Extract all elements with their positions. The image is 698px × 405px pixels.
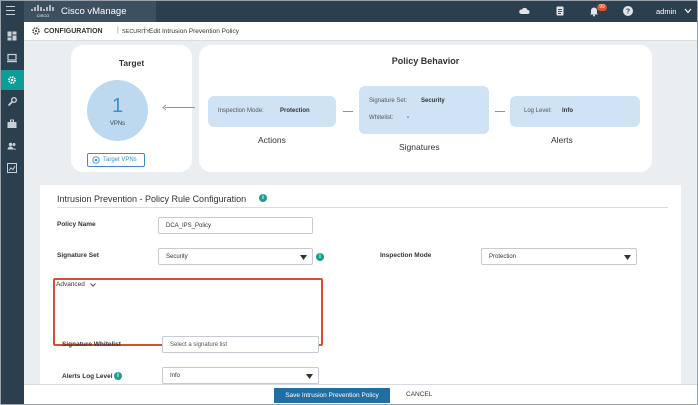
sidebar-item-tools[interactable] — [0, 92, 24, 112]
signatures-title: Signatures — [399, 142, 440, 152]
whitelist-value: - — [407, 115, 409, 121]
cloud-icon[interactable] — [518, 5, 530, 17]
sidebar-item-dashboard[interactable] — [0, 26, 24, 46]
log-level-label: Log Level: — [524, 108, 552, 114]
page-title: Edit Intrusion Prevention Policy — [149, 28, 239, 35]
vpn-label: VPNs — [109, 121, 126, 127]
chevron-down-icon — [306, 374, 313, 379]
hamburger-menu-icon[interactable] — [6, 6, 15, 15]
breadcrumb-separator: | — [117, 27, 119, 34]
whitelist-label: Whitelist: — [369, 115, 394, 121]
alerts-box: Log Level: Info — [510, 96, 640, 127]
chevron-down-icon[interactable] — [684, 8, 692, 14]
signature-set-select[interactable]: Security — [158, 248, 313, 265]
sidebar — [0, 22, 24, 405]
dashboard-icon — [7, 31, 17, 41]
chevron-down-icon — [624, 255, 631, 260]
svg-text:CISCO: CISCO — [37, 13, 50, 18]
sidebar-item-configuration[interactable] — [0, 70, 24, 90]
signature-set-label: Signature Set: — [369, 98, 408, 104]
brand[interactable]: CISCO Cisco vManage — [24, 0, 156, 22]
policy-behavior-title: Policy Behavior — [391, 56, 460, 66]
advanced-toggle[interactable]: Advanced — [56, 281, 85, 288]
cancel-button[interactable]: CANCEL — [406, 391, 432, 398]
inspection-mode-label: Inspection Mode: — [218, 108, 264, 114]
clipboard-icon[interactable] — [554, 5, 566, 17]
vpn-count-circle: 1 VPNs — [87, 80, 148, 141]
wrench-icon — [7, 97, 17, 107]
target-title: Target — [118, 58, 145, 68]
alerts-log-level-value: Info — [170, 373, 181, 379]
policy-rule-form: Intrusion Prevention - Policy Rule Confi… — [40, 185, 681, 384]
analytics-icon — [7, 163, 17, 173]
signature-set-value: Security — [166, 254, 188, 260]
actions-box: Inspection Mode: Protection — [208, 96, 336, 127]
gear-icon — [32, 27, 40, 35]
connector — [495, 111, 505, 112]
monitor-icon — [7, 53, 17, 63]
inspection-mode-value: Protection — [489, 254, 517, 260]
cisco-logo-icon: CISCO — [31, 5, 54, 18]
form-title: Intrusion Prevention - Policy Rule Confi… — [57, 194, 247, 204]
signatures-box: Signature Set: Security Whitelist: - — [359, 86, 489, 134]
target-vpns-button[interactable]: Target VPNs — [87, 153, 145, 167]
main-content: Target 1 VPNs Target VPNs Policy Behavio… — [24, 41, 698, 384]
sidebar-item-administration[interactable] — [0, 136, 24, 156]
user-menu[interactable]: admin — [656, 7, 676, 16]
info-icon[interactable]: i — [316, 253, 324, 261]
action-bar: Save Intrusion Prevention Policy CANCEL — [24, 384, 698, 405]
breadcrumb-separator: | — [144, 27, 146, 34]
chevron-down-icon — [300, 255, 307, 260]
vpn-count: 1 — [111, 95, 124, 117]
inspection-mode-select[interactable]: Protection — [481, 248, 637, 265]
actions-title: Actions — [258, 135, 286, 145]
users-icon — [7, 142, 17, 150]
signature-set-label: Signature Set — [57, 252, 99, 259]
alerts-log-level-label: Alerts Log Level — [62, 373, 113, 380]
sidebar-item-maintenance[interactable] — [0, 114, 24, 134]
inspection-mode-value: Protection — [280, 108, 310, 114]
policy-name-label: Policy Name — [57, 221, 96, 228]
policy-name-field[interactable]: DCA_IPS_Policy — [158, 217, 313, 234]
info-icon[interactable]: i — [114, 372, 122, 380]
target-icon — [92, 156, 100, 164]
signature-set-value: Security — [421, 98, 445, 104]
connector — [343, 111, 353, 112]
breadcrumb: CONFIGURATION | SECURITY | Edit Intrusio… — [24, 22, 698, 41]
save-button[interactable]: Save Intrusion Prevention Policy — [274, 388, 390, 403]
policy-name-value: DCA_IPS_Policy — [166, 223, 212, 229]
info-icon[interactable]: i — [259, 194, 267, 202]
signature-whitelist-field[interactable]: Select a signature list — [162, 336, 319, 353]
log-level-value: Info — [562, 108, 573, 114]
svg-text:?: ? — [626, 8, 630, 15]
sidebar-item-analytics[interactable] — [0, 158, 24, 178]
top-bar: CISCO Cisco vManage 99 ? admin — [0, 0, 698, 22]
toolbox-icon — [7, 119, 17, 128]
target-vpns-label: Target VPNs — [103, 157, 137, 163]
signature-whitelist-placeholder: Select a signature list — [170, 342, 228, 348]
help-icon[interactable]: ? — [622, 5, 634, 17]
alerts-log-level-select[interactable]: Info — [162, 367, 319, 384]
inspection-mode-label: Inspection Mode — [380, 252, 432, 259]
notification-count-badge: 99 — [597, 4, 607, 11]
app-title: Cisco vManage — [61, 6, 127, 17]
sidebar-item-monitor[interactable] — [0, 48, 24, 68]
divider — [57, 207, 668, 208]
policy-behavior-card: Policy Behavior Inspection Mode: Protect… — [199, 45, 652, 172]
breadcrumb-configuration[interactable]: CONFIGURATION — [44, 28, 103, 35]
chevron-down-icon[interactable] — [90, 283, 96, 287]
signature-whitelist-label: Signature Whitelist — [62, 341, 121, 348]
alerts-title: Alerts — [551, 135, 573, 145]
arrow-left-icon — [162, 104, 195, 111]
gear-icon — [8, 76, 16, 84]
